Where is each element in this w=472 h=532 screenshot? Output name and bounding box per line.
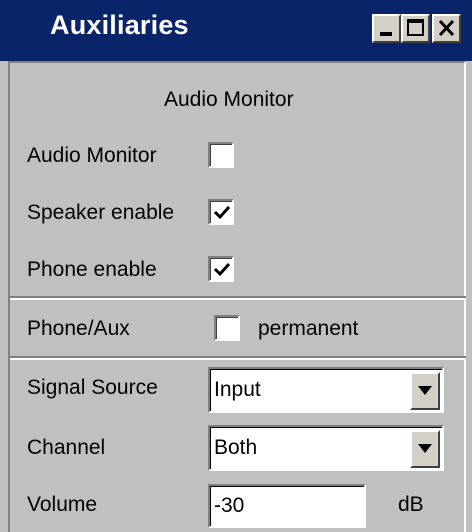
permanent-label: permanent bbox=[258, 317, 359, 340]
separator bbox=[10, 356, 466, 360]
volume-unit: dB bbox=[398, 493, 424, 516]
maximize-icon bbox=[407, 19, 424, 36]
volume-value: -30 bbox=[214, 494, 245, 517]
phone-enable-checkbox[interactable] bbox=[208, 256, 234, 282]
volume-label: Volume bbox=[27, 493, 98, 516]
channel-label: Channel bbox=[27, 436, 106, 459]
minimize-icon bbox=[380, 32, 392, 36]
speaker-enable-checkbox[interactable] bbox=[208, 199, 234, 225]
volume-input[interactable]: -30 bbox=[208, 484, 366, 528]
speaker-enable-label: Speaker enable bbox=[27, 201, 175, 224]
checkmark-icon bbox=[213, 205, 231, 220]
section-header: Audio Monitor bbox=[164, 88, 294, 111]
audio-monitor-checkbox[interactable] bbox=[208, 142, 234, 168]
separator bbox=[10, 296, 466, 300]
audio-monitor-label: Audio Monitor bbox=[27, 144, 157, 167]
minimize-button[interactable] bbox=[372, 14, 401, 43]
signal-source-dropdown[interactable]: Input bbox=[208, 367, 444, 413]
signal-source-value: Input bbox=[214, 378, 261, 401]
checkmark-icon bbox=[213, 262, 231, 277]
dropdown-arrow-icon bbox=[418, 386, 432, 395]
phone-aux-permanent-checkbox[interactable] bbox=[214, 315, 240, 341]
channel-value: Both bbox=[214, 436, 258, 459]
close-button[interactable] bbox=[432, 14, 461, 43]
signal-source-label: Signal Source bbox=[27, 376, 158, 399]
auxiliaries-window: Auxiliaries Audio Monitor Audio Monitor … bbox=[0, 0, 472, 532]
dropdown-arrow-icon bbox=[418, 444, 432, 453]
phone-enable-label: Phone enable bbox=[27, 258, 157, 281]
maximize-button[interactable] bbox=[401, 14, 430, 43]
close-icon bbox=[438, 19, 455, 37]
signal-source-dropdown-button[interactable] bbox=[410, 372, 440, 410]
phone-aux-label: Phone/Aux bbox=[27, 317, 130, 340]
channel-dropdown[interactable]: Both bbox=[208, 425, 444, 471]
window-title: Auxiliaries bbox=[50, 10, 189, 40]
channel-dropdown-button[interactable] bbox=[410, 430, 440, 468]
title-bar[interactable]: Auxiliaries bbox=[0, 0, 472, 61]
